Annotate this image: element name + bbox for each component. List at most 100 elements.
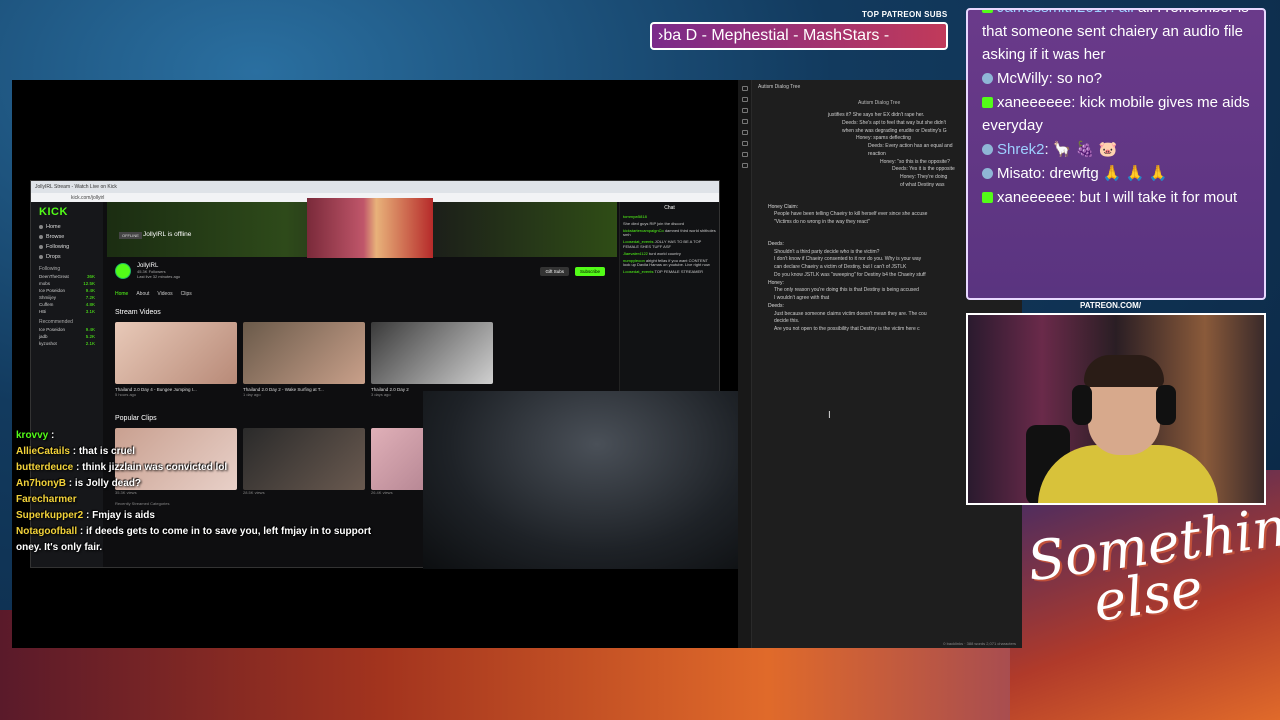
following-channel[interactable]: mobs 12.5K	[31, 280, 103, 287]
sidebar-item-label: Browse	[46, 234, 65, 240]
templates-icon[interactable]	[742, 141, 748, 146]
files-icon[interactable]	[742, 86, 748, 91]
following-channel[interactable]: Cuffem 4.8K	[31, 301, 103, 308]
stream-chat-line: An7honyB : is Jolly dead?	[16, 478, 142, 489]
patreon-ticker: ›ba D - Mephestial - MashStars -	[650, 22, 948, 50]
chat-username: Jamessmith2017: all	[997, 10, 1134, 16]
chat-username: AllieCatails	[16, 446, 70, 457]
chat-message: kickstartercampaignCo damned third world…	[623, 228, 716, 239]
publish-icon[interactable]	[742, 163, 748, 168]
following-channel[interactable]: HBi 3.1K	[31, 308, 103, 315]
video-thumbnail[interactable]	[115, 322, 237, 384]
tab-clips[interactable]: Clips	[181, 291, 192, 297]
chat-text: but I will take it for mout	[1079, 188, 1238, 206]
following-channel[interactable]: Ice Poseidon 9.4K	[31, 287, 103, 294]
sidebar-item-browse[interactable]: Browse	[31, 232, 103, 242]
video-player-overlay	[423, 391, 739, 569]
command-icon[interactable]	[742, 152, 748, 157]
chat-overlay-message: xaneeeeee: but I will take it for mout	[982, 186, 1250, 210]
channel-name: kyzoshot	[39, 341, 57, 346]
browser-url-text[interactable]: kick.com/jollyirl	[71, 195, 104, 201]
video-thumbnail[interactable]	[243, 322, 365, 384]
stream-chat-line: Farecharmer	[16, 492, 416, 508]
chat-text: if deeds gets to come in to save you, le…	[86, 526, 372, 537]
channel-name: Ice Poseidon	[39, 288, 66, 293]
channel-name: Ice Poseidon	[39, 327, 66, 332]
chat-username[interactable]: tommyw5818	[623, 214, 647, 219]
chat-username: krovvy	[16, 430, 49, 441]
stream-chat-line: butterdeuce : think jizzlain was convict…	[16, 462, 228, 473]
tab-videos[interactable]: Videos	[157, 291, 172, 297]
chat-username: Notagoofball	[16, 526, 78, 537]
sidebar-item-label: Drops	[46, 254, 61, 260]
tab-home[interactable]: Home	[115, 291, 128, 297]
channel-name: Shmiijey	[39, 295, 57, 300]
sidebar-item-home[interactable]: Home	[31, 222, 103, 232]
canvas-icon[interactable]	[742, 119, 748, 124]
stream-chat-line: Notagoofball : if deeds gets to come in …	[16, 526, 372, 537]
webcam-frame	[966, 313, 1266, 505]
chat-username: Misato	[997, 164, 1042, 182]
avatar[interactable]	[115, 263, 131, 279]
chat-text: drewftg 🙏 🙏 🙏	[1049, 164, 1168, 182]
kick-logo[interactable]: KICK	[31, 202, 103, 222]
chat-title: Chat	[664, 205, 675, 211]
recommended-section-label: Recommended	[39, 319, 73, 325]
tab-about[interactable]: About	[136, 291, 149, 297]
chat-username: McWilly	[997, 70, 1049, 88]
sidebar-item-label: Home	[46, 224, 61, 230]
stream-chat-line: krovvy :	[16, 430, 55, 441]
viewer-count: 7.2K	[85, 295, 95, 300]
headphone-left	[1072, 385, 1092, 425]
recommended-channel[interactable]: jadb 5.2K	[31, 333, 103, 340]
chat-text: 🦙 🍇 🐷	[1052, 141, 1118, 159]
chat-message: Loosedat_events JOLLY HAS TO BE A TOP FE…	[623, 239, 716, 250]
recommended-channel[interactable]: Ice Poseidon 9.4K	[31, 326, 103, 333]
chat-username[interactable]: Jlaevaler4122	[623, 251, 648, 256]
kick-icon	[982, 191, 993, 203]
stream-chat-line: AllieCatails : that is cruel	[16, 446, 135, 457]
gift-subs-button[interactable]: Gift Subs	[540, 267, 569, 276]
following-channel[interactable]: DeenTheGreat 36K	[31, 273, 103, 280]
following-channel[interactable]: Shmiijey 7.2K	[31, 294, 103, 301]
chat-text: is Jolly dead?	[74, 478, 142, 489]
browser-tab-bar[interactable]: JollyIRL Stream - Watch Live on Kick	[31, 181, 719, 193]
video-thumbnail[interactable]	[371, 322, 493, 384]
sidebar-item-following[interactable]: Following	[31, 242, 103, 252]
channel-name: jadb	[39, 334, 48, 339]
editor-tab[interactable]: Autism Dialog Tree	[758, 84, 800, 90]
chat-message: tommyw5818	[623, 214, 716, 220]
chat-username: An7honyB	[16, 478, 66, 489]
chat-text: that is cruel	[78, 446, 135, 457]
video-card[interactable]: Thailand 2.0 Day 2 3 days ago	[371, 322, 493, 397]
chat-username: butterdeuce	[16, 462, 74, 473]
calendar-icon[interactable]	[742, 130, 748, 135]
video-card[interactable]: Thailand 2.0 Day 2 - Wake Surfing at T..…	[243, 322, 365, 397]
headphone-right	[1156, 385, 1176, 425]
recommended-channel[interactable]: kyzoshot 2.1K	[31, 340, 103, 347]
chat-text: think jizzlain was convicted lol	[82, 462, 228, 473]
viewer-count: 2.1K	[85, 341, 95, 346]
viewer-count: 9.4K	[85, 327, 95, 332]
sidebar-item-drops[interactable]: Drops	[31, 252, 103, 262]
chat-message: Jlaevaler4122 turd world country	[623, 251, 716, 257]
browse-icon	[39, 235, 43, 239]
chat-username[interactable]: Loosedat_events	[623, 269, 653, 274]
graph-icon[interactable]	[742, 108, 748, 113]
chat-overlay-message: Misato: drewftg 🙏 🙏 🙏	[982, 162, 1250, 186]
viewer-count: 9.4K	[85, 288, 95, 293]
search-icon[interactable]	[742, 97, 748, 102]
kick-icon	[982, 10, 993, 13]
chat-username: Farecharmer	[16, 494, 77, 505]
chat-text: Fmjay is aids	[92, 510, 155, 521]
channel-header: JollyIRL 45.3K Followers Last live 32 mi…	[107, 257, 617, 285]
browser-tab-title[interactable]: JollyIRL Stream - Watch Live on Kick	[35, 184, 117, 190]
chat-message: She died guys RIP join the discord	[623, 221, 716, 227]
subscribe-button[interactable]: Subscribe	[574, 267, 605, 276]
video-card[interactable]: Thailand 2.0 Day 4 - Bungee Jumping I...…	[115, 322, 237, 397]
following-section-label: Following	[39, 266, 61, 272]
home-icon	[39, 225, 43, 229]
channel-tabs: Home About Videos Clips	[107, 291, 617, 297]
editor-ribbon	[738, 80, 752, 648]
note-title[interactable]: Autism Dialog Tree	[858, 100, 900, 106]
